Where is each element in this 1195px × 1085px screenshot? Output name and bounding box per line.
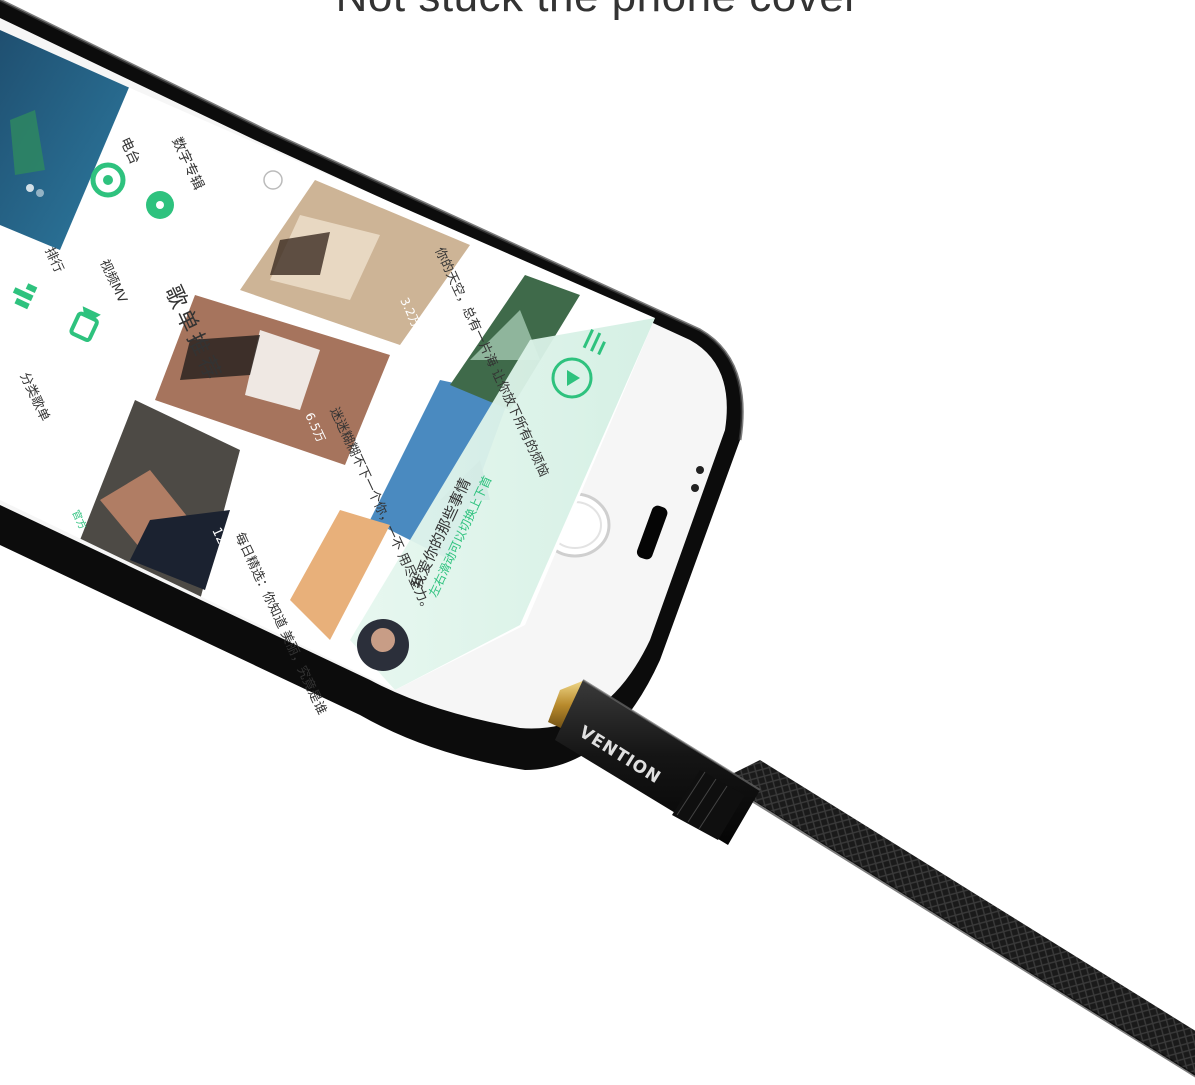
product-photo: 电台 数字专辑 排行 视频MV 分类歌单 歌单推荐 每日精选：你知道 美丽，究竟…	[0, 0, 1195, 1078]
braided-cable	[720, 760, 1195, 1078]
audio-plug: VENTION	[548, 679, 761, 845]
album-disc-icon[interactable]	[146, 191, 174, 219]
